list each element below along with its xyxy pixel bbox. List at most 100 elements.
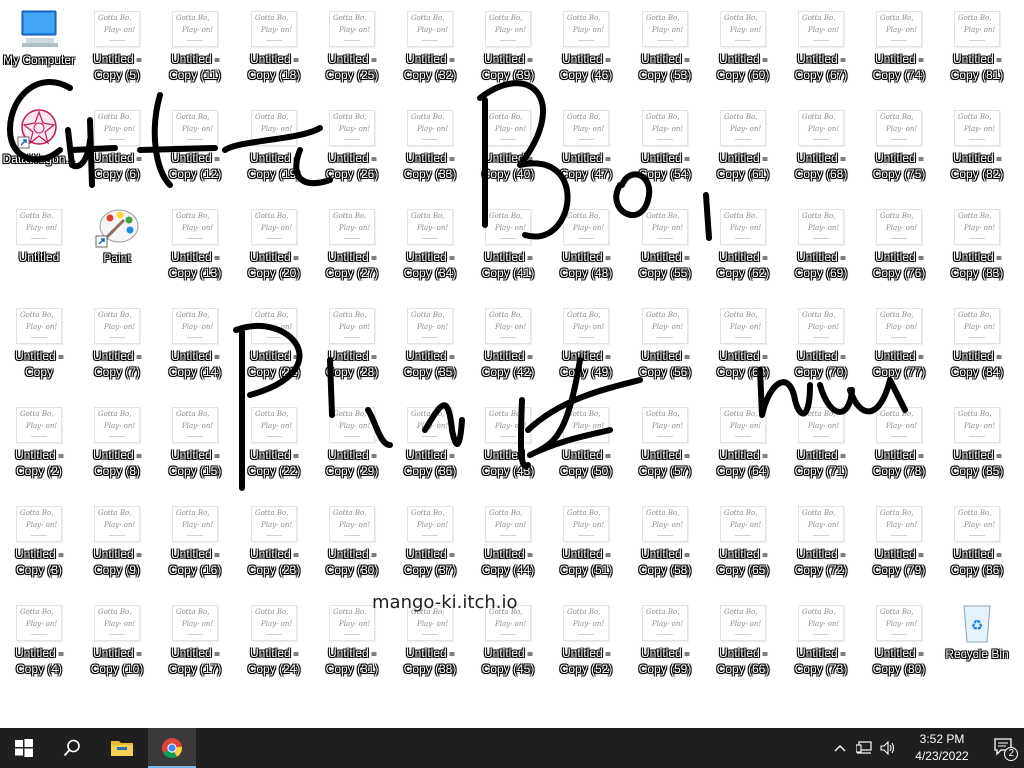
desktop-icon-untitled-copy-15[interactable]: Gotta Bo, Play- on! Untitled - Copy (15) bbox=[156, 404, 234, 494]
desktop-icon-untitled-copy-48[interactable]: Gotta Bo, Play- on! Untitled - Copy (48) bbox=[547, 206, 625, 296]
desktop-icon-untitled-copy-60[interactable]: Gotta Bo, Play- on! Untitled - Copy (60) bbox=[704, 8, 782, 98]
desktop-icon-untitled-copy-29[interactable]: Gotta Bo, Play- on! Untitled - Copy (29) bbox=[313, 404, 391, 494]
desktop-icon-untitled-copy-46[interactable]: Gotta Bo, Play- on! Untitled - Copy (46) bbox=[547, 8, 625, 98]
desktop-icon-untitled-copy-71[interactable]: Gotta Bo, Play- on! Untitled - Copy (71) bbox=[782, 404, 860, 494]
desktop-icon-untitled-copy-23[interactable]: Gotta Bo, Play- on! Untitled - Copy (23) bbox=[235, 503, 313, 593]
desktop-icon-untitled-copy-9[interactable]: Gotta Bo, Play- on! Untitled - Copy (9) bbox=[78, 503, 156, 593]
desktop-icon-untitled-copy-25[interactable]: Gotta Bo, Play- on! Untitled - Copy (25) bbox=[313, 8, 391, 98]
desktop-icon-my-computer[interactable]: My Computer bbox=[0, 8, 78, 98]
desktop-icon-untitled-copy-68[interactable]: Gotta Bo, Play- on! Untitled - Copy (68) bbox=[782, 107, 860, 197]
desktop-icon-untitled-copy-41[interactable]: Gotta Bo, Play- on! Untitled - Copy (41) bbox=[469, 206, 547, 296]
network-icon[interactable] bbox=[854, 738, 874, 758]
desktop-icon-untitled-copy-62[interactable]: Gotta Bo, Play- on! Untitled - Copy (62) bbox=[704, 206, 782, 296]
desktop-icon-untitled-copy-70[interactable]: Gotta Bo, Play- on! Untitled - Copy (70) bbox=[782, 305, 860, 395]
desktop-icon-untitled-copy-49[interactable]: Gotta Bo, Play- on! Untitled - Copy (49) bbox=[547, 305, 625, 395]
desktop-icon-untitled-copy-50[interactable]: Gotta Bo, Play- on! Untitled - Copy (50) bbox=[547, 404, 625, 494]
desktop-icon-untitled-copy-51[interactable]: Gotta Bo, Play- on! Untitled - Copy (51) bbox=[547, 503, 625, 593]
desktop-icon-untitled-copy[interactable]: Gotta Bo, Play- on! Untitled - Copy bbox=[0, 305, 78, 395]
desktop-icon-untitled-copy-11[interactable]: Gotta Bo, Play- on! Untitled - Copy (11) bbox=[156, 8, 234, 98]
desktop-icon-untitled-copy-19[interactable]: Gotta Bo, Play- on! Untitled - Copy (19) bbox=[235, 107, 313, 197]
desktop-icon-untitled-copy-16[interactable]: Gotta Bo, Play- on! Untitled - Copy (16) bbox=[156, 503, 234, 593]
desktop-icon-untitled-copy-4[interactable]: Gotta Bo, Play- on! Untitled - Copy (4) bbox=[0, 602, 78, 692]
desktop-icon-untitled-copy-58[interactable]: Gotta Bo, Play- on! Untitled - Copy (58) bbox=[626, 503, 704, 593]
desktop-icon-untitled-copy-36[interactable]: Gotta Bo, Play- on! Untitled - Copy (36) bbox=[391, 404, 469, 494]
desktop-icon-untitled-copy-26[interactable]: Gotta Bo, Play- on! Untitled - Copy (26) bbox=[313, 107, 391, 197]
notification-center-icon[interactable]: 2 bbox=[992, 737, 1018, 761]
desktop-icon-untitled-copy-59[interactable]: Gotta Bo, Play- on! Untitled - Copy (59) bbox=[626, 602, 704, 692]
file-explorer-button[interactable] bbox=[98, 728, 146, 768]
desktop-icon-recycle-bin[interactable]: ♻ Recycle Bin bbox=[938, 602, 1016, 692]
desktop-icon-untitled-copy-63[interactable]: Gotta Bo, Play- on! Untitled - Copy (63) bbox=[704, 305, 782, 395]
desktop-icon-untitled-copy-55[interactable]: Gotta Bo, Play- on! Untitled - Copy (55) bbox=[626, 206, 704, 296]
desktop-icon-untitled-copy-8[interactable]: Gotta Bo, Play- on! Untitled - Copy (8) bbox=[78, 404, 156, 494]
desktop-icon-untitled-copy-86[interactable]: Gotta Bo, Play- on! Untitled - Copy (86) bbox=[938, 503, 1016, 593]
desktop-icon-untitled[interactable]: Gotta Bo, Play- on! Untitled bbox=[0, 206, 78, 296]
desktop-icon-untitled-copy-14[interactable]: Gotta Bo, Play- on! Untitled - Copy (14) bbox=[156, 305, 234, 395]
desktop-icon-untitled-copy-24[interactable]: Gotta Bo, Play- on! Untitled - Copy (24) bbox=[235, 602, 313, 692]
desktop-icon-untitled-copy-33[interactable]: Gotta Bo, Play- on! Untitled - Copy (33) bbox=[391, 107, 469, 197]
chevron-up-icon[interactable] bbox=[830, 738, 850, 758]
desktop-icon-untitled-copy-2[interactable]: Gotta Bo, Play- on! Untitled - Copy (2) bbox=[0, 404, 78, 494]
start-button[interactable] bbox=[0, 728, 48, 768]
desktop-icon-untitled-copy-37[interactable]: Gotta Bo, Play- on! Untitled - Copy (37) bbox=[391, 503, 469, 593]
desktop-icon-untitled-copy-27[interactable]: Gotta Bo, Play- on! Untitled - Copy (27) bbox=[313, 206, 391, 296]
desktop-icon-untitled-copy-85[interactable]: Gotta Bo, Play- on! Untitled - Copy (85) bbox=[938, 404, 1016, 494]
desktop-icon-untitled-copy-74[interactable]: Gotta Bo, Play- on! Untitled - Copy (74) bbox=[860, 8, 938, 98]
desktop-icon-untitled-copy-28[interactable]: Gotta Bo, Play- on! Untitled - Copy (28) bbox=[313, 305, 391, 395]
desktop-icon-untitled-copy-54[interactable]: Gotta Bo, Play- on! Untitled - Copy (54) bbox=[626, 107, 704, 197]
desktop-icon-untitled-copy-57[interactable]: Gotta Bo, Play- on! Untitled - Copy (57) bbox=[626, 404, 704, 494]
desktop-icon-untitled-copy-64[interactable]: Gotta Bo, Play- on! Untitled - Copy (64) bbox=[704, 404, 782, 494]
desktop-icon-untitled-copy-65[interactable]: Gotta Bo, Play- on! Untitled - Copy (65) bbox=[704, 503, 782, 593]
desktop-icon-untitled-copy-52[interactable]: Gotta Bo, Play- on! Untitled - Copy (52) bbox=[547, 602, 625, 692]
desktop-icon-untitled-copy-81[interactable]: Gotta Bo, Play- on! Untitled - Copy (81) bbox=[938, 8, 1016, 98]
desktop-icon-untitled-copy-35[interactable]: Gotta Bo, Play- on! Untitled - Copy (35) bbox=[391, 305, 469, 395]
desktop-icon-untitled-copy-75[interactable]: Gotta Bo, Play- on! Untitled - Copy (75) bbox=[860, 107, 938, 197]
chrome-button[interactable] bbox=[148, 728, 196, 768]
desktop-icon-untitled-copy-78[interactable]: Gotta Bo, Play- on! Untitled - Copy (78) bbox=[860, 404, 938, 494]
desktop-icon-untitled-copy-42[interactable]: Gotta Bo, Play- on! Untitled - Copy (42) bbox=[469, 305, 547, 395]
desktop-icon-untitled-copy-32[interactable]: Gotta Bo, Play- on! Untitled - Copy (32) bbox=[391, 8, 469, 98]
clock[interactable]: 3:52 PM 4/23/2022 bbox=[902, 731, 982, 765]
volume-icon[interactable] bbox=[878, 738, 898, 758]
desktop-icon-untitled-copy-5[interactable]: Gotta Bo, Play- on! Untitled - Copy (5) bbox=[78, 8, 156, 98]
desktop-icon-untitled-copy-40[interactable]: Gotta Bo, Play- on! Untitled - Copy (40) bbox=[469, 107, 547, 197]
desktop-icon-untitled-copy-73[interactable]: Gotta Bo, Play- on! Untitled - Copy (73) bbox=[782, 602, 860, 692]
desktop-icon-untitled-copy-66[interactable]: Gotta Bo, Play- on! Untitled - Copy (66) bbox=[704, 602, 782, 692]
desktop-icon-untitled-copy-82[interactable]: Gotta Bo, Play- on! Untitled - Copy (82) bbox=[938, 107, 1016, 197]
desktop-icon-untitled-copy-10[interactable]: Gotta Bo, Play- on! Untitled - Copy (10) bbox=[78, 602, 156, 692]
desktop-icon-untitled-copy-45[interactable]: Gotta Bo, Play- on! Untitled - Copy (45) bbox=[469, 602, 547, 692]
desktop-icon-untitled-copy-20[interactable]: Gotta Bo, Play- on! Untitled - Copy (20) bbox=[235, 206, 313, 296]
desktop-icon-untitled-copy-34[interactable]: Gotta Bo, Play- on! Untitled - Copy (34) bbox=[391, 206, 469, 296]
desktop-icon-untitled-copy-53[interactable]: Gotta Bo, Play- on! Untitled - Copy (53) bbox=[626, 8, 704, 98]
desktop-icon-untitled-copy-18[interactable]: Gotta Bo, Play- on! Untitled - Copy (18) bbox=[235, 8, 313, 98]
desktop-icon-untitled-copy-84[interactable]: Gotta Bo, Play- on! Untitled - Copy (84) bbox=[938, 305, 1016, 395]
desktop-icon-untitled-copy-69[interactable]: Gotta Bo, Play- on! Untitled - Copy (69) bbox=[782, 206, 860, 296]
desktop-icon-untitled-copy-17[interactable]: Gotta Bo, Play- on! Untitled - Copy (17) bbox=[156, 602, 234, 692]
desktop-icon-untitled-copy-13[interactable]: Gotta Bo, Play- on! Untitled - Copy (13) bbox=[156, 206, 234, 296]
desktop-icon-paint[interactable]: Paint bbox=[78, 206, 156, 296]
desktop-icon-untitled-copy-7[interactable]: Gotta Bo, Play- on! Untitled - Copy (7) bbox=[78, 305, 156, 395]
desktop-icon-untitled-copy-77[interactable]: Gotta Bo, Play- on! Untitled - Copy (77) bbox=[860, 305, 938, 395]
desktop-icon-untitled-copy-47[interactable]: Gotta Bo, Play- on! Untitled - Copy (47) bbox=[547, 107, 625, 197]
desktop-icon-untitled-copy-80[interactable]: Gotta Bo, Play- on! Untitled - Copy (80) bbox=[860, 602, 938, 692]
desktop-icon-untitled-copy-79[interactable]: Gotta Bo, Play- on! Untitled - Copy (79) bbox=[860, 503, 938, 593]
desktop-icon-untitled-copy-39[interactable]: Gotta Bo, Play- on! Untitled - Copy (39) bbox=[469, 8, 547, 98]
desktop-icon-untitled-copy-21[interactable]: Gotta Bo, Play- on! Untitled - Copy (21) bbox=[235, 305, 313, 395]
desktop-icon-untitled-copy-3[interactable]: Gotta Bo, Play- on! Untitled - Copy (3) bbox=[0, 503, 78, 593]
desktop-icon-untitled-copy-72[interactable]: Gotta Bo, Play- on! Untitled - Copy (72) bbox=[782, 503, 860, 593]
desktop-icon-untitled-copy-30[interactable]: Gotta Bo, Play- on! Untitled - Copy (30) bbox=[313, 503, 391, 593]
desktop-icon-untitled-copy-67[interactable]: Gotta Bo, Play- on! Untitled - Copy (67) bbox=[782, 8, 860, 98]
desktop-icon-untitled-copy-44[interactable]: Gotta Bo, Play- on! Untitled - Copy (44) bbox=[469, 503, 547, 593]
desktop-icon-untitled-copy-6[interactable]: Gotta Bo, Play- on! Untitled - Copy (6) bbox=[78, 107, 156, 197]
search-button[interactable] bbox=[48, 728, 96, 768]
desktop-icon-untitled-copy-56[interactable]: Gotta Bo, Play- on! Untitled - Copy (56) bbox=[626, 305, 704, 395]
desktop-icon-untitled-copy-12[interactable]: Gotta Bo, Play- on! Untitled - Copy (12) bbox=[156, 107, 234, 197]
desktop-icon-untitled-copy-22[interactable]: Gotta Bo, Play- on! Untitled - Copy (22) bbox=[235, 404, 313, 494]
desktop-icon-datawagon[interactable]: DataWagon... bbox=[0, 107, 78, 197]
desktop-icon-untitled-copy-76[interactable]: Gotta Bo, Play- on! Untitled - Copy (76) bbox=[860, 206, 938, 296]
desktop-icon-untitled-copy-31[interactable]: Gotta Bo, Play- on! Untitled - Copy (31) bbox=[313, 602, 391, 692]
desktop-icon-untitled-copy-38[interactable]: Gotta Bo, Play- on! Untitled - Copy (38) bbox=[391, 602, 469, 692]
desktop-icon-untitled-copy-43[interactable]: Gotta Bo, Play- on! Untitled - Copy (43) bbox=[469, 404, 547, 494]
desktop-icon-untitled-copy-61[interactable]: Gotta Bo, Play- on! Untitled - Copy (61) bbox=[704, 107, 782, 197]
desktop-icon-untitled-copy-83[interactable]: Gotta Bo, Play- on! Untitled - Copy (83) bbox=[938, 206, 1016, 296]
